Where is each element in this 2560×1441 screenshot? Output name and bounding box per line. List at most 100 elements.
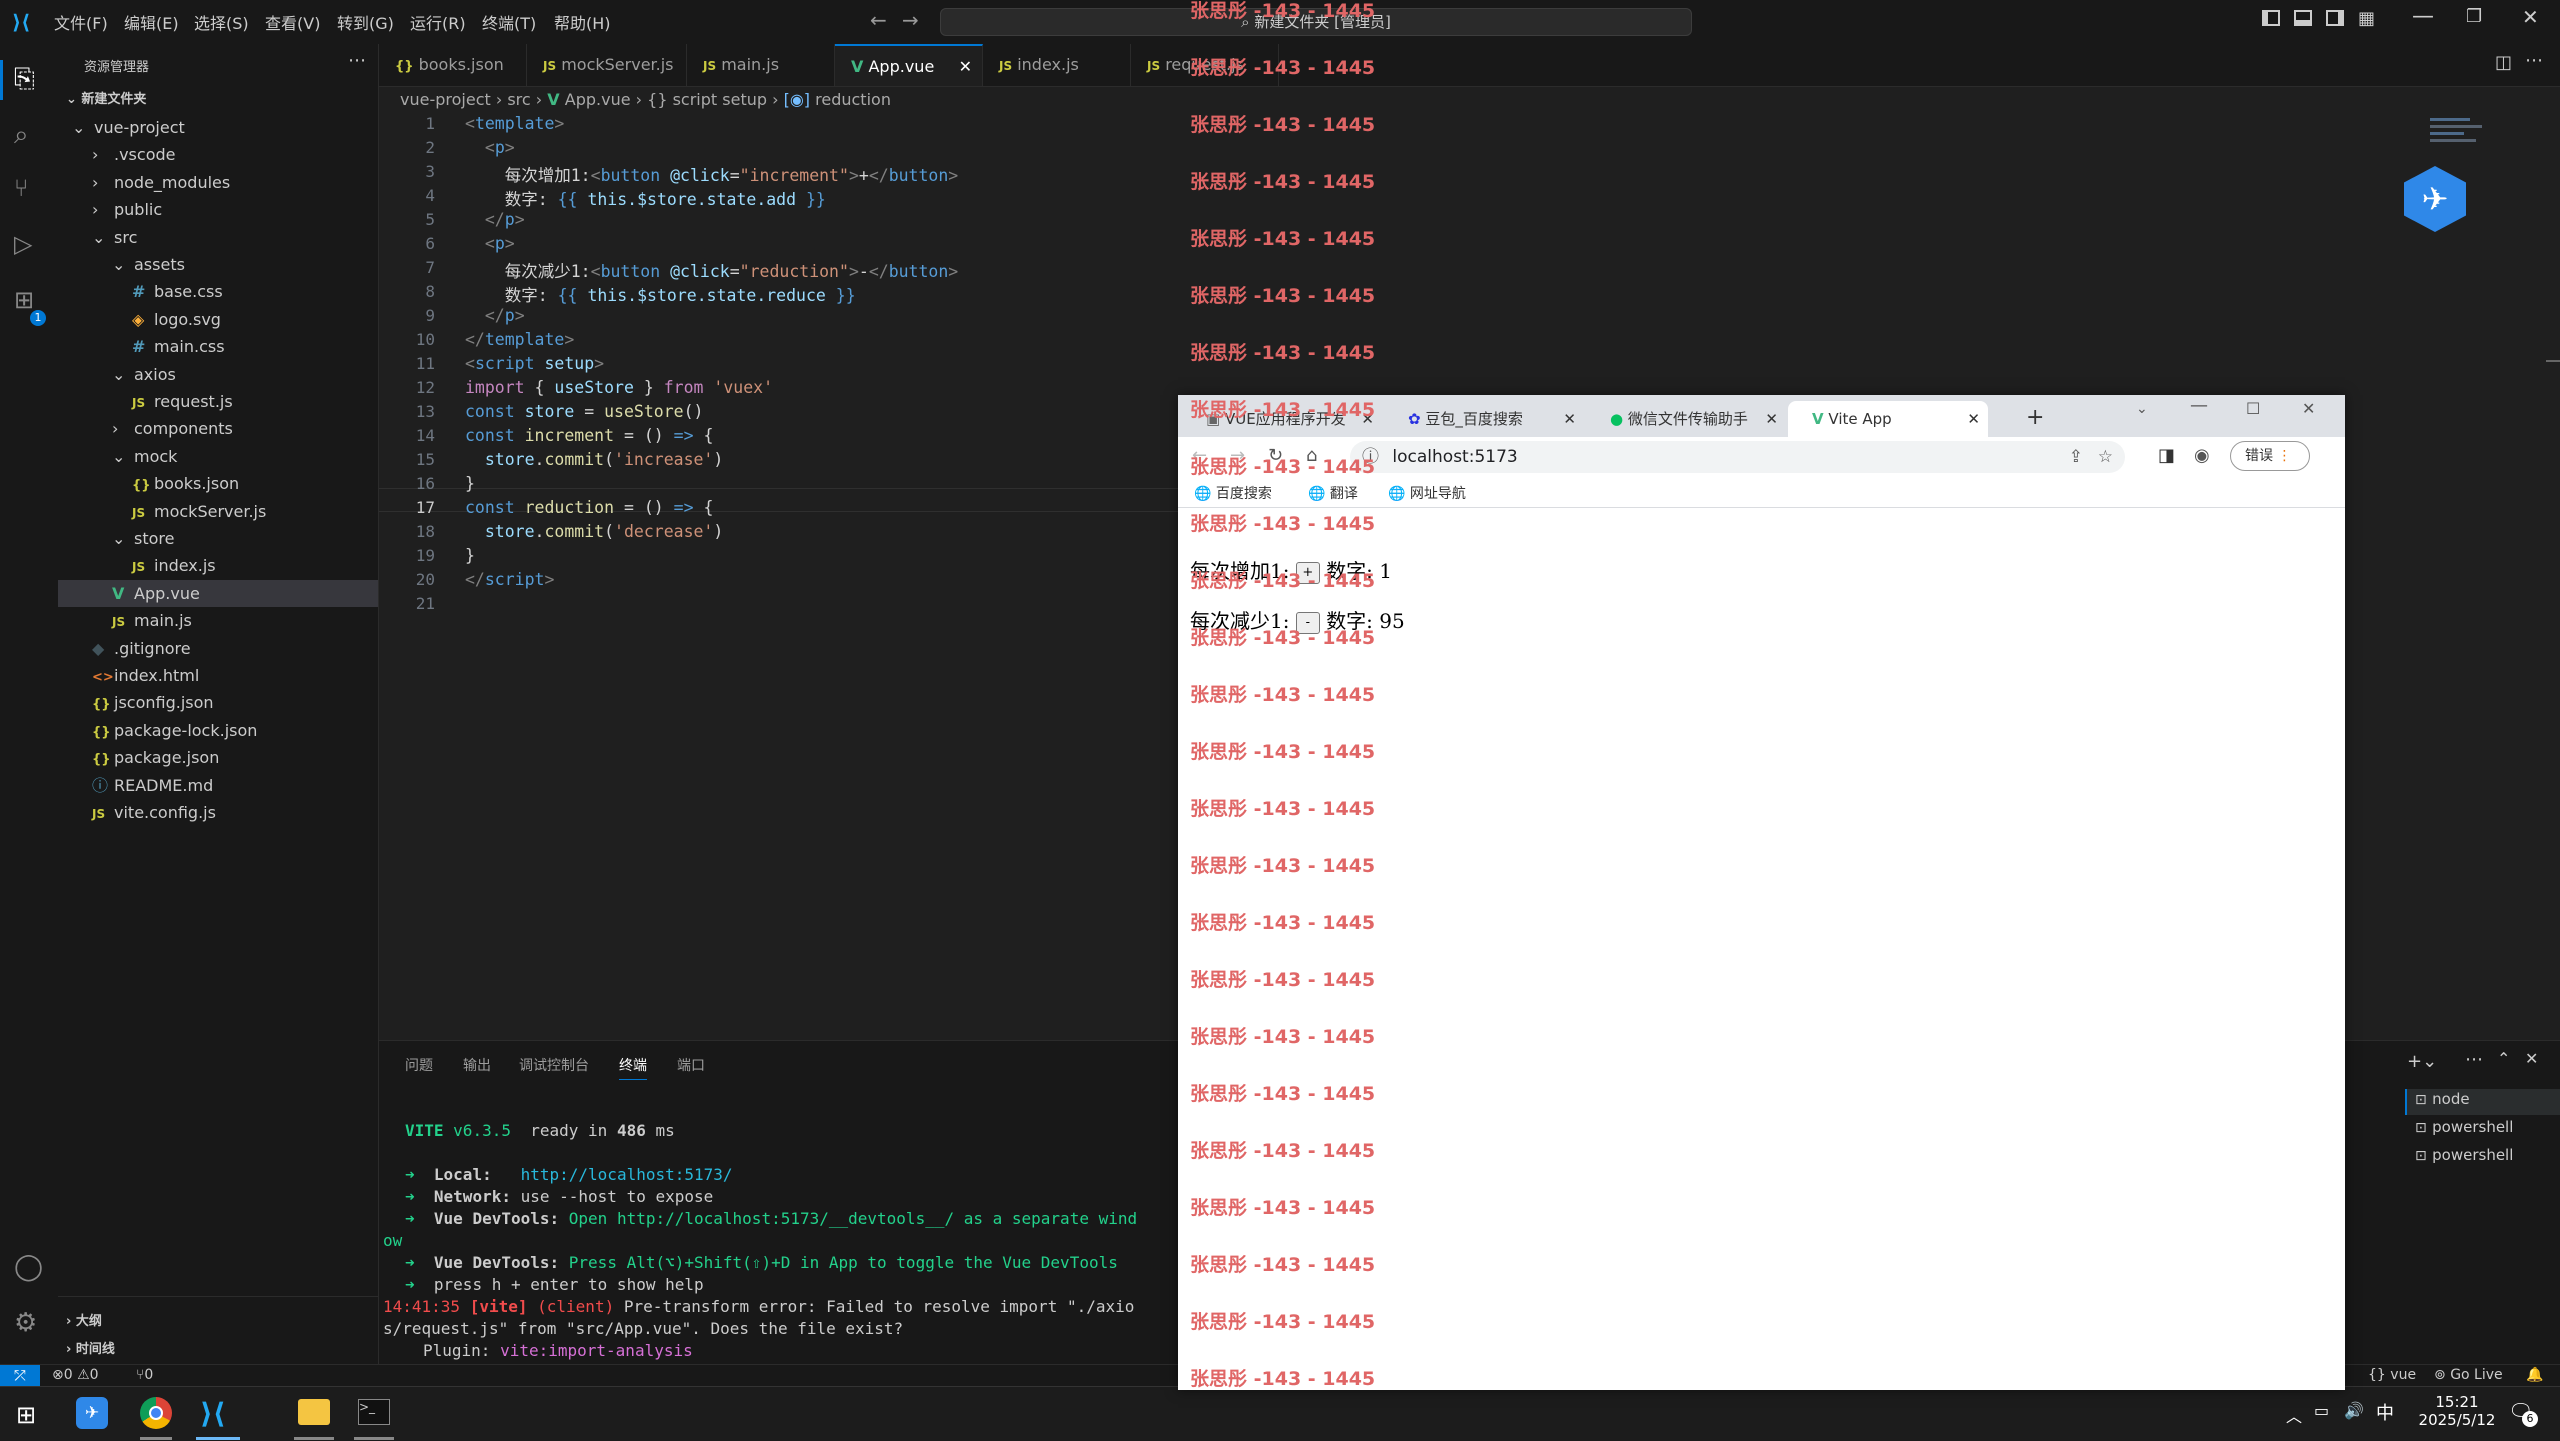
sidepanel-icon[interactable]: ◨ xyxy=(2158,445,2175,466)
windows-start-icon[interactable]: ⊞ xyxy=(16,1401,36,1429)
close-tab-icon[interactable]: ✕ xyxy=(1967,401,1980,437)
code-editor[interactable]: 1 2 3 4 5 6 7 8 9 10 11 12 13 14 15 16 17 18 19 20 21 <templ… xyxy=(379,114,1179,1039)
toggle-sidebar-icon[interactable] xyxy=(2262,10,2280,26)
share-icon[interactable]: ⇪ xyxy=(2069,441,2083,473)
bookmark-star-icon[interactable]: ☆ xyxy=(2098,441,2113,473)
tree-item[interactable]: {} books.json xyxy=(58,470,378,497)
close-window-icon[interactable]: ✕ xyxy=(2302,399,2315,418)
tree-item[interactable]: ◈ logo.svg xyxy=(58,306,378,333)
ime-indicator[interactable]: 中 xyxy=(2376,1399,2394,1425)
close-tab-icon[interactable]: ✕ xyxy=(959,46,972,88)
chrome-icon[interactable] xyxy=(140,1397,172,1429)
customize-layout-icon[interactable]: ▦ xyxy=(2358,8,2375,29)
close-panel-icon[interactable]: ✕ xyxy=(2525,1049,2538,1068)
new-terminal-icon[interactable]: +⌄ xyxy=(2407,1051,2437,1072)
panel-tab-ports[interactable]: 端口 xyxy=(677,1055,705,1075)
timeline-section[interactable]: › 时间线 xyxy=(66,1338,115,1357)
toggle-secondary-sidebar-icon[interactable] xyxy=(2326,10,2344,26)
go-live-button[interactable]: ⊚ Go Live xyxy=(2434,1367,2503,1383)
tab-app-vue[interactable]: V App.vue ✕ xyxy=(835,44,983,86)
tree-item[interactable]: ⓘ README.md xyxy=(58,772,378,799)
tree-item[interactable]: › public xyxy=(58,196,378,223)
tab-search-icon[interactable]: ⌄ xyxy=(2136,401,2148,417)
bookmark-item[interactable]: 🌐 翻译 xyxy=(1308,483,1358,503)
minimap[interactable] xyxy=(2430,114,2490,154)
settings-gear-icon[interactable]: ⚙ xyxy=(14,1308,44,1338)
tree-item[interactable]: {} package-lock.json xyxy=(58,717,378,744)
tree-item[interactable]: {} package.json xyxy=(58,744,378,771)
breadcrumb-item[interactable]: App.vue xyxy=(565,90,631,109)
menu-file[interactable]: 文件(F) xyxy=(54,10,108,34)
bookmark-item[interactable]: 🌐 百度搜索 xyxy=(1194,483,1272,503)
tray-overflow-icon[interactable]: ︿ xyxy=(2286,1403,2302,1427)
tree-item[interactable]: › node_modules xyxy=(58,169,378,196)
terminal-list-item-node[interactable]: ⊡ node xyxy=(2405,1089,2560,1115)
minimize-icon[interactable]: — xyxy=(2412,4,2434,29)
account-icon[interactable]: ◯ xyxy=(14,1252,44,1282)
address-bar[interactable]: ⓘ localhost:5173 ⇪ ☆ xyxy=(1350,441,2125,473)
search-icon[interactable]: ⌕ xyxy=(14,120,44,150)
tree-item[interactable]: ⌄ axios xyxy=(58,361,378,388)
notifications-bell-icon[interactable]: 🔔 xyxy=(2526,1367,2543,1383)
split-editor-icon[interactable]: ◫ xyxy=(2495,52,2512,73)
bookmark-item[interactable]: 🌐 网址导航 xyxy=(1388,483,1466,503)
browser-tab-active[interactable]: V Vite App ✕ xyxy=(1788,401,1988,437)
browser-tab[interactable]: ✿ 豆包_百度搜索 ✕ xyxy=(1384,401,1584,437)
menu-go[interactable]: 转到(G) xyxy=(337,10,394,34)
tree-item[interactable]: JS mockServer.js xyxy=(58,498,378,525)
close-window-icon[interactable]: ✕ xyxy=(2522,5,2539,29)
browser-tab[interactable]: ● 微信文件传输助手 ✕ xyxy=(1586,401,1786,437)
more-actions-icon[interactable]: ⋯ xyxy=(2465,1049,2483,1070)
menu-selection[interactable]: 选择(S) xyxy=(194,10,249,34)
tree-item[interactable]: # main.css xyxy=(58,333,378,360)
remote-indicator-icon[interactable]: ⤱ xyxy=(0,1365,40,1387)
nav-back-icon[interactable]: ← xyxy=(870,8,887,32)
minimize-icon[interactable]: — xyxy=(2190,395,2208,416)
new-tab-icon[interactable]: + xyxy=(2026,405,2044,430)
maximize-panel-icon[interactable]: ⌃ xyxy=(2497,1049,2510,1068)
maximize-icon[interactable]: ☐ xyxy=(2246,399,2260,418)
tab-index-js[interactable]: JS index.js xyxy=(983,44,1131,86)
ports-status[interactable]: ⑂0 xyxy=(136,1367,153,1383)
menu-help[interactable]: 帮助(H) xyxy=(554,10,611,34)
breadcrumb-item[interactable]: script setup xyxy=(673,90,767,109)
panel-tab-problems[interactable]: 问题 xyxy=(405,1055,433,1075)
nav-forward-icon[interactable]: → xyxy=(902,8,919,32)
tree-item[interactable]: ◆ .gitignore xyxy=(58,635,378,662)
tab-main-js[interactable]: JS main.js xyxy=(687,44,835,86)
more-actions-icon[interactable]: ⋯ xyxy=(2525,50,2543,71)
tab-mockserver-js[interactable]: JS mockServer.js xyxy=(527,44,687,86)
breadcrumb-item[interactable]: src xyxy=(507,90,530,109)
panel-tab-debug-console[interactable]: 调试控制台 xyxy=(519,1055,589,1075)
menu-edit[interactable]: 编辑(E) xyxy=(124,10,179,34)
bird-app-icon[interactable]: ✈ xyxy=(76,1397,108,1429)
tree-item[interactable]: › components xyxy=(58,415,378,442)
panel-tab-terminal[interactable]: 终端 xyxy=(619,1055,647,1080)
tree-item[interactable]: › .vscode xyxy=(58,141,378,168)
toggle-panel-icon[interactable] xyxy=(2294,10,2312,26)
breadcrumb-item[interactable]: vue-project xyxy=(400,90,491,109)
tree-item[interactable]: JS index.js xyxy=(58,552,378,579)
breadcrumb-item[interactable]: reduction xyxy=(815,90,891,109)
tree-item[interactable]: JS main.js xyxy=(58,607,378,634)
network-icon[interactable]: ▭ xyxy=(2314,1401,2329,1420)
profile-avatar-icon[interactable]: ◉ xyxy=(2194,445,2210,466)
run-debug-icon[interactable]: ▷ xyxy=(14,230,44,260)
close-tab-icon[interactable]: ✕ xyxy=(1765,401,1778,437)
tree-item[interactable]: {} jsconfig.json xyxy=(58,689,378,716)
tree-item[interactable]: ⌄ mock xyxy=(58,443,378,470)
close-tab-icon[interactable]: ✕ xyxy=(1563,401,1576,437)
file-explorer-icon[interactable] xyxy=(298,1399,330,1425)
outline-section[interactable]: › 大纲 xyxy=(66,1310,102,1329)
terminal-app-icon[interactable]: >_ xyxy=(358,1399,390,1425)
restore-icon[interactable]: ❐ xyxy=(2466,6,2482,27)
vscode-taskbar-icon[interactable]: ⟩⟨ xyxy=(200,1397,226,1430)
tree-item[interactable]: ⌄ assets xyxy=(58,251,378,278)
language-mode[interactable]: {} vue xyxy=(2368,1367,2416,1383)
source-control-icon[interactable]: ⑂ xyxy=(14,174,44,204)
panel-tab-output[interactable]: 输出 xyxy=(463,1055,491,1075)
workspace-root[interactable]: ⌄ 新建文件夹 xyxy=(66,88,146,107)
volume-icon[interactable]: 🔊 xyxy=(2344,1401,2364,1420)
tree-item[interactable]: # base.css xyxy=(58,278,378,305)
menu-run[interactable]: 运行(R) xyxy=(410,10,466,34)
